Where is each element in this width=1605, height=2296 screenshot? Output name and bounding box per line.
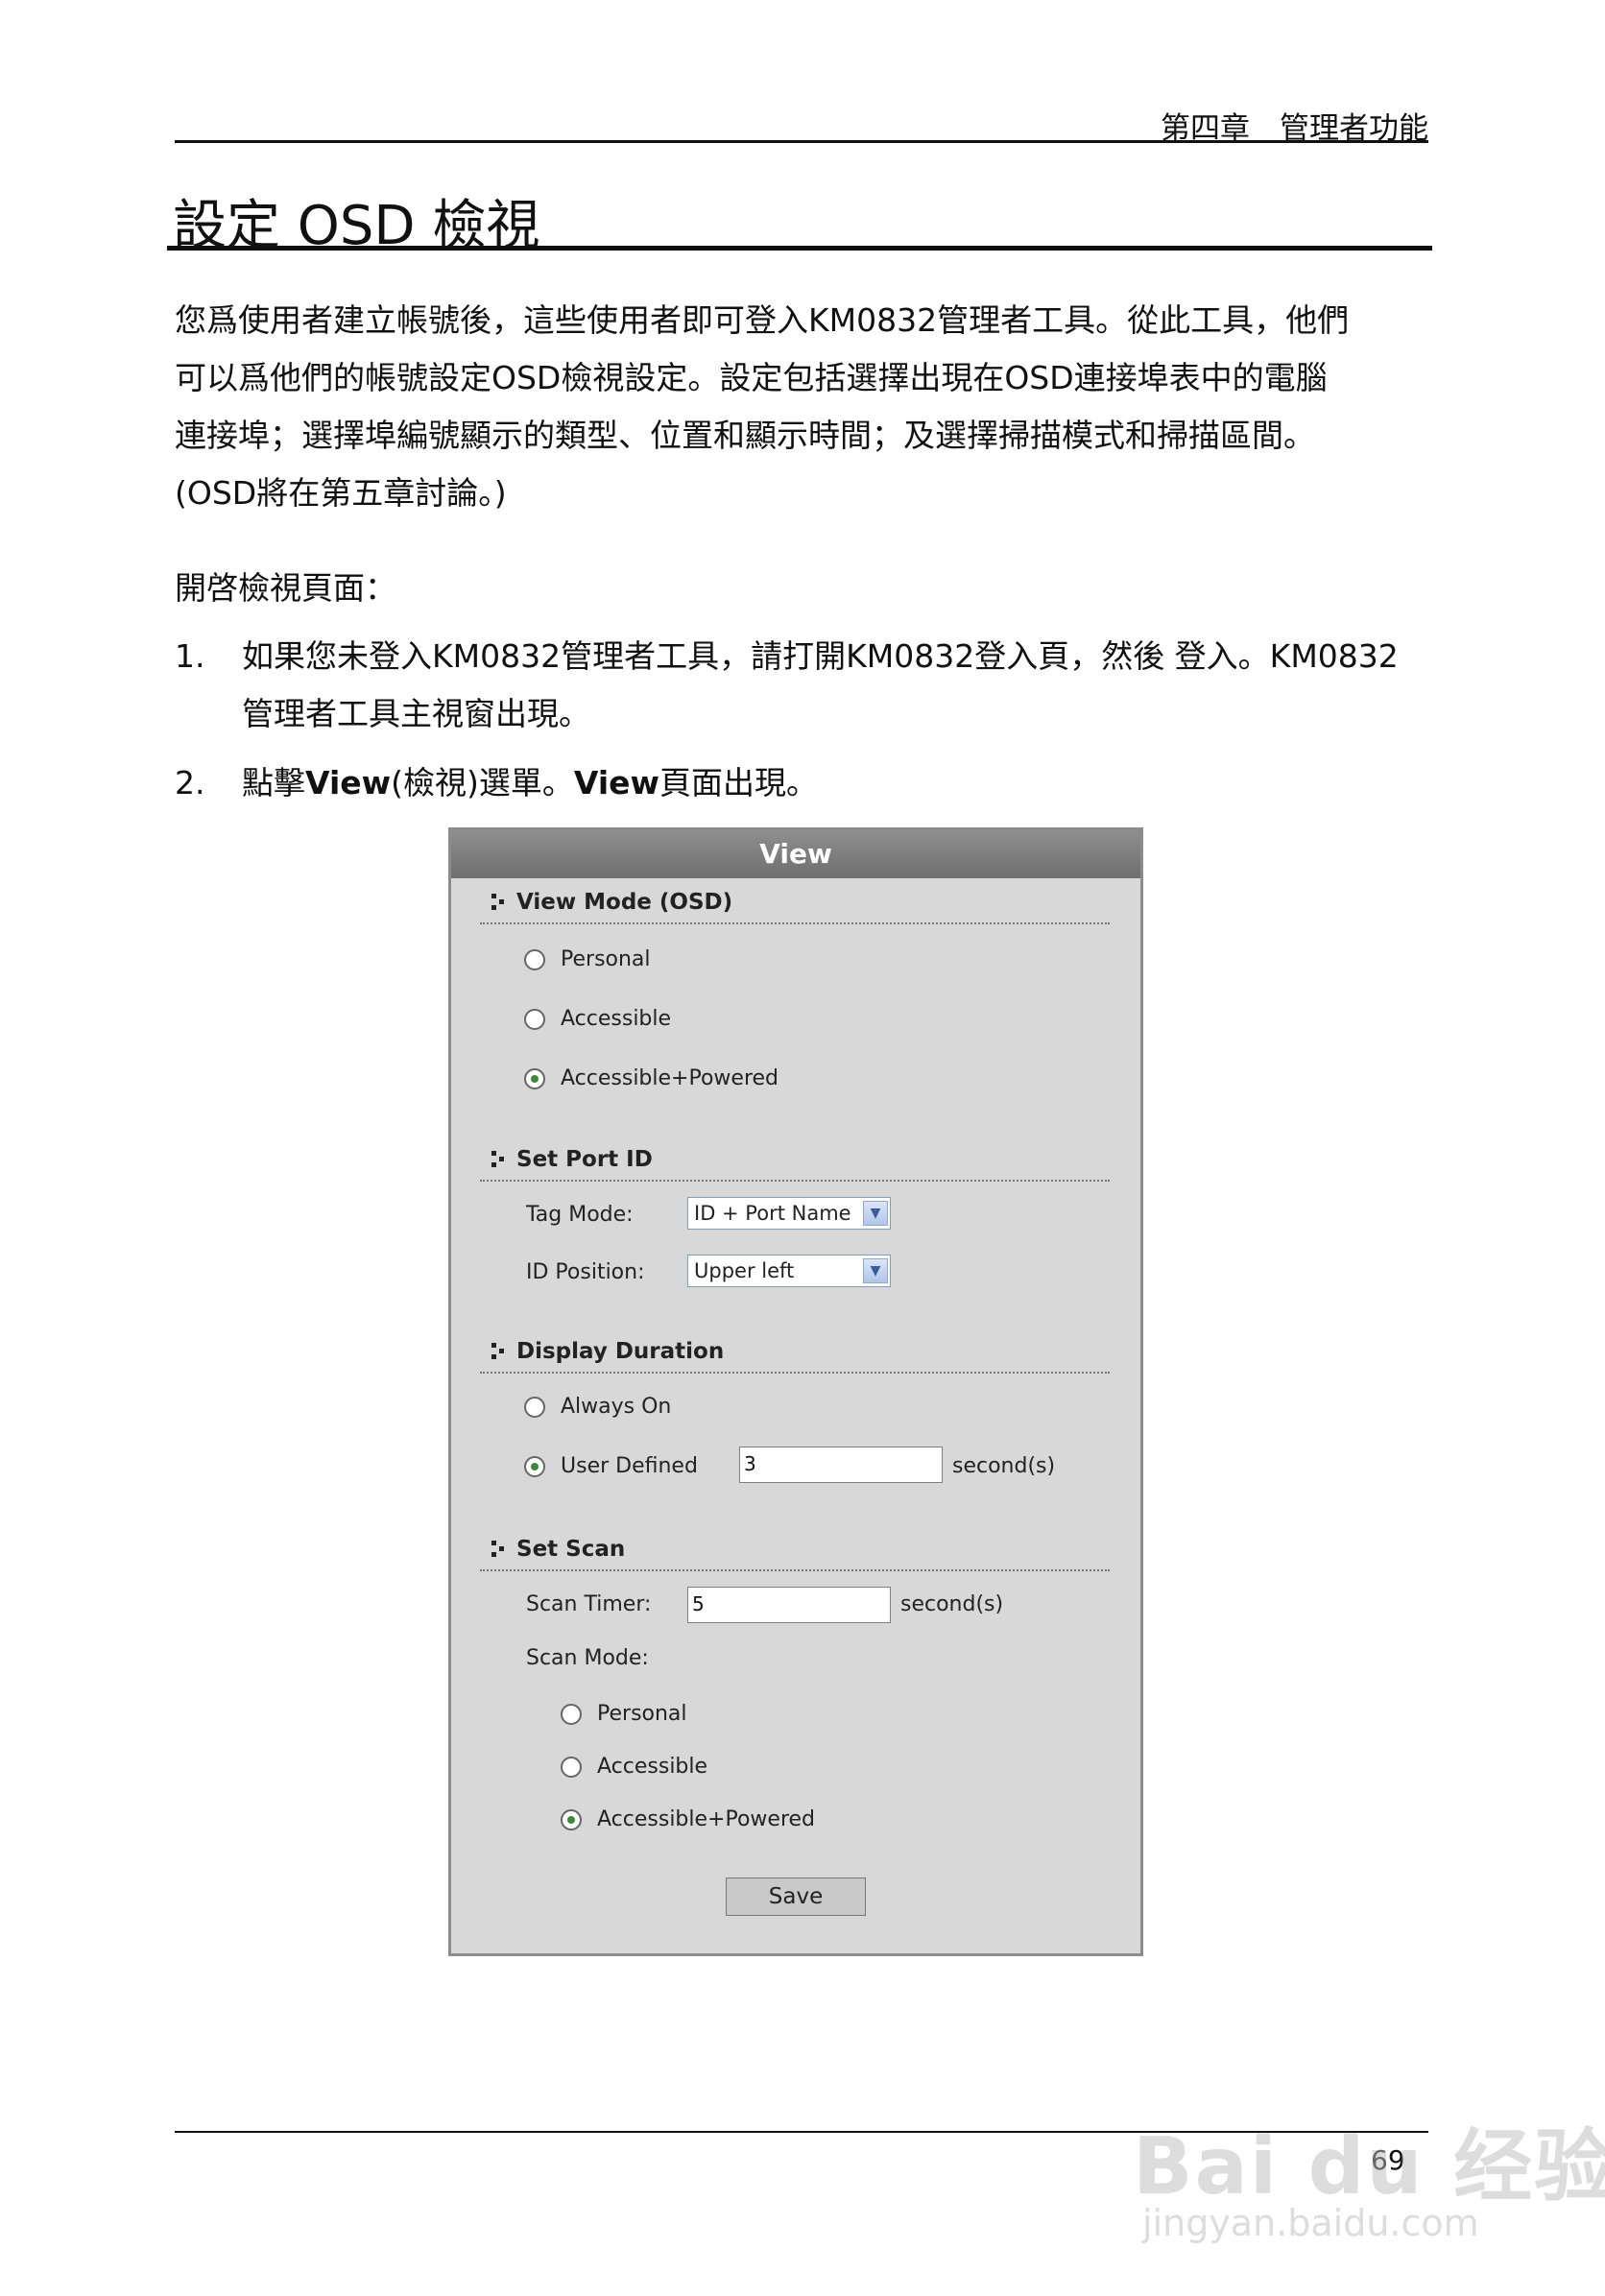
radio-label: User Defined [561,1454,698,1478]
tag-mode-label: Tag Mode: [526,1203,634,1227]
section-title: Set Port ID [516,1147,653,1172]
duration-unit-label: second(s) [952,1454,1056,1478]
step-keyword: View [573,764,660,801]
section-title: View Mode (OSD) [516,890,733,915]
step-text: 管理者工具主視窗出現。 [242,695,590,732]
scan-timer-label: Scan Timer: [526,1592,652,1616]
chevron-down-icon[interactable]: ▼ [863,1258,888,1283]
id-position-label: ID Position: [526,1260,645,1284]
view-settings-panel: View View Mode (OSD) Personal Accessible… [448,827,1143,1956]
bullet-icon [491,1343,505,1366]
radio-label: Always On [561,1395,672,1419]
bullet-icon [491,1151,505,1174]
step-text-part: (檢視)選單。 [391,764,574,801]
intro-line: 您爲使用者建立帳號後，這些使用者即可登入KM0832管理者工具。從此工具，他們 [175,301,1350,339]
step-item: 1. 如果您未登入KM0832管理者工具，請打開KM0832登入頁，然後 登入。… [175,628,1432,753]
intro-line: 可以爲他們的帳號設定OSD檢視設定。設定包括選擇出現在OSD連接埠表中的電腦 [175,359,1328,396]
scan-timer-unit-label: second(s) [900,1592,1004,1616]
intro-line: 連接埠；選擇埠編號顯示的類型、位置和顯示時間；及選擇掃描模式和掃描區間。 [175,417,1315,454]
section-header-display-duration: Display Duration [480,1339,1110,1374]
section-header-port-id: Set Port ID [480,1147,1110,1182]
step-text-part: 點擊 [242,764,305,801]
panel-title: View [451,830,1140,878]
step-number: 1. [175,637,205,675]
bullet-icon [491,1541,505,1564]
section-title: Display Duration [516,1339,725,1364]
radio-button-selected[interactable] [524,1068,545,1089]
duration-seconds-input[interactable]: 3 [739,1447,943,1483]
tag-mode-select[interactable]: ID + Port Name ▼ [687,1197,891,1230]
radio-label: Personal [561,947,651,971]
radio-button-selected[interactable] [524,1456,545,1477]
step-item: 2. 點擊View(檢視)選單。View頁面出現。 [175,754,1432,812]
step-text-part: 頁面出現。 [659,764,819,801]
step-text: 點擊View(檢視)選單。View頁面出現。 [242,754,818,812]
watermark-brand: Bai du 经验 [1133,2121,1605,2212]
radio-label: Accessible [597,1755,708,1779]
intro-line: (OSD將在第五章討論。) [175,474,507,512]
section-header-view-mode: View Mode (OSD) [480,890,1110,924]
select-value: ID + Port Name [694,1202,851,1225]
radio-label: Accessible+Powered [561,1066,779,1090]
radio-label: Accessible [561,1007,672,1031]
step-keyword: View [305,764,392,801]
save-button[interactable]: Save [726,1877,866,1916]
header-rule [175,140,1428,143]
section-title: Set Scan [516,1537,626,1562]
radio-label: Personal [597,1702,687,1726]
radio-button-selected[interactable] [561,1809,582,1830]
open-view-label: 開啓檢視頁面： [175,569,396,607]
radio-button[interactable] [524,1009,545,1030]
watermark-url: jingyan.baidu.com [1142,2202,1479,2244]
radio-button[interactable] [561,1757,582,1778]
radio-button[interactable] [524,949,545,970]
radio-button[interactable] [561,1704,582,1725]
section-header-set-scan: Set Scan [480,1537,1110,1571]
step-text: 如果您未登入KM0832管理者工具，請打開KM0832登入頁，然後 登入。KM0… [242,637,1399,675]
scan-timer-input[interactable]: 5 [687,1587,891,1623]
scan-mode-label: Scan Mode: [526,1646,649,1670]
baidu-watermark: Bai du 经验 jingyan.baidu.com [1133,2045,1605,2275]
bullet-icon [491,894,505,917]
radio-label: Accessible+Powered [597,1807,816,1831]
intro-paragraph: 您爲使用者建立帳號後，這些使用者即可登入KM0832管理者工具。從此工具，他們 … [175,292,1432,522]
chevron-down-icon[interactable]: ▼ [863,1201,888,1226]
id-position-select[interactable]: Upper left ▼ [687,1255,891,1287]
step-number: 2. [175,764,205,801]
radio-button[interactable] [524,1397,545,1418]
title-rule [167,246,1432,251]
select-value: Upper left [694,1259,795,1282]
